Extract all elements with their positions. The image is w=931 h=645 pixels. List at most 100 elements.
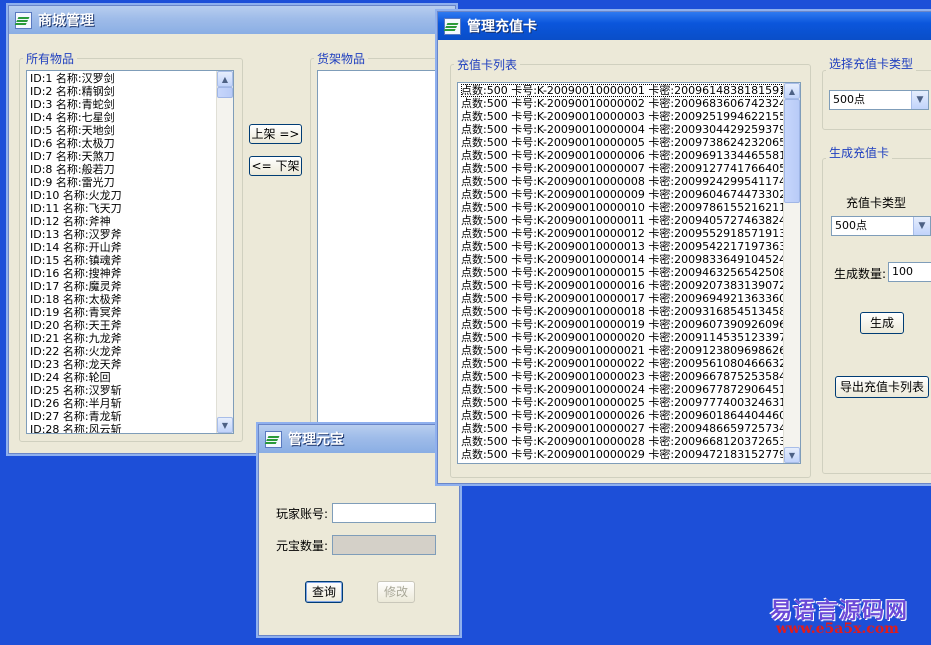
mall-window-title: 商城管理 [38, 13, 94, 29]
list-item[interactable]: 点数:500 卡号:K-20090010000011 卡密:2009405727… [461, 214, 786, 227]
generate-button[interactable]: 生成 [860, 312, 904, 334]
list-item[interactable]: ID:22 名称:火龙斧 [30, 345, 215, 358]
list-item[interactable]: 点数:500 卡号:K-20090010000021 卡密:2009123809… [461, 344, 786, 357]
list-item[interactable]: ID:10 名称:火龙刀 [30, 189, 215, 202]
list-item[interactable]: ID:13 名称:汉罗斧 [30, 228, 215, 241]
scroll-down-icon[interactable]: ▼ [217, 417, 233, 433]
list-item[interactable]: 点数:500 卡号:K-20090010000016 卡密:2009207383… [461, 279, 786, 292]
app-icon [265, 430, 282, 448]
list-item[interactable]: 点数:500 卡号:K-20090010000025 卡密:2009777400… [461, 396, 786, 409]
card-list-scrollbar[interactable]: ▲ ▼ [783, 83, 800, 463]
select-type-label: 选择充值卡类型 [826, 55, 917, 72]
list-item[interactable]: 点数:500 卡号:K-20090010000020 卡密:2009114535… [461, 331, 786, 344]
select-type-value: 500点 [833, 93, 865, 106]
card-list-label: 充值卡列表 [454, 56, 521, 73]
list-item[interactable]: ID:12 名称:斧神 [30, 215, 215, 228]
recharge-card-management-window: 管理充值卡 充值卡列表 点数:500 卡号:K-20090010000001 卡… [437, 11, 931, 484]
card-list[interactable]: 点数:500 卡号:K-20090010000001 卡密:2009614838… [457, 82, 801, 464]
mall-management-window: 商城管理 所有物品 ID:1 名称:汉罗剑 ID:2 名称:精钢剑 ID:3 名称:… [8, 5, 462, 454]
list-item[interactable]: ID:7 名称:天煞刀 [30, 150, 215, 163]
list-item[interactable]: ID:26 名称:半月斩 [30, 397, 215, 410]
all-items-scrollbar[interactable]: ▲ ▼ [216, 71, 233, 433]
modify-button[interactable]: 修改 [377, 581, 415, 603]
list-item[interactable]: 点数:500 卡号:K-20090010000018 卡密:2009316854… [461, 305, 786, 318]
generate-count-input[interactable]: 100 [888, 262, 931, 282]
list-item[interactable]: ID:8 名称:般若刀 [30, 163, 215, 176]
list-item[interactable]: ID:28 名称:风云斩 [30, 423, 215, 433]
watermark-url: www.e5a5x.com [776, 621, 899, 637]
export-card-list-button[interactable]: 导出充值卡列表 [835, 376, 929, 398]
chevron-down-icon[interactable]: ▼ [911, 91, 928, 109]
generate-count-label: 生成数量: [834, 267, 887, 281]
card-type-combo[interactable]: 500点 ▼ [831, 216, 931, 236]
list-item[interactable]: 点数:500 卡号:K-20090010000022 卡密:2009561080… [461, 357, 786, 370]
scroll-up-icon[interactable]: ▲ [784, 83, 800, 99]
list-item[interactable]: 点数:500 卡号:K-20090010000005 卡密:2009738624… [461, 136, 786, 149]
player-account-input[interactable] [332, 503, 436, 523]
list-item[interactable]: 点数:500 卡号:K-20090010000004 卡密:2009304429… [461, 123, 786, 136]
app-icon [444, 17, 461, 35]
all-items-label: 所有物品 [23, 50, 78, 67]
list-item[interactable]: ID:20 名称:天王斧 [30, 319, 215, 332]
all-items-lines: ID:1 名称:汉罗剑 ID:2 名称:精钢剑 ID:3 名称:青蛇剑 ID:4 名称… [30, 72, 215, 433]
list-item[interactable]: ID:17 名称:魔灵斧 [30, 280, 215, 293]
list-item[interactable]: 点数:500 卡号:K-20090010000014 卡密:2009833649… [461, 253, 786, 266]
shelve-button[interactable]: 上架 => [249, 124, 302, 144]
card-window-title: 管理充值卡 [467, 19, 537, 35]
list-item[interactable]: ID:4 名称:七星剑 [30, 111, 215, 124]
list-item[interactable]: 点数:500 卡号:K-20090010000024 卡密:2009677872… [461, 383, 786, 396]
list-item[interactable]: 点数:500 卡号:K-20090010000015 卡密:2009463256… [461, 266, 786, 279]
scroll-up-icon[interactable]: ▲ [217, 71, 233, 87]
list-item[interactable]: ID:24 名称:轮回 [30, 371, 215, 384]
list-item[interactable]: ID:23 名称:龙天斧 [30, 358, 215, 371]
card-type-label: 充值卡类型 [846, 196, 907, 210]
list-item[interactable]: 点数:500 卡号:K-20090010000002 卡密:2009683606… [461, 97, 786, 110]
list-item[interactable]: 点数:500 卡号:K-20090010000003 卡密:2009251994… [461, 110, 786, 123]
list-item[interactable]: 点数:500 卡号:K-20090010000006 卡密:2009691334… [461, 149, 786, 162]
ingot-amount-input[interactable] [332, 535, 436, 555]
list-item[interactable]: 点数:500 卡号:K-20090010000001 卡密:2009614838… [461, 84, 786, 97]
mall-window-titlebar[interactable]: 商城管理 [9, 6, 455, 34]
list-item[interactable]: 点数:500 卡号:K-20090010000012 卡密:2009552918… [461, 227, 786, 240]
player-account-label: 玩家账号: [276, 507, 329, 521]
list-item[interactable]: ID:27 名称:青龙斩 [30, 410, 215, 423]
list-item[interactable]: ID:1 名称:汉罗剑 [30, 72, 215, 85]
chevron-down-icon[interactable]: ▼ [913, 217, 930, 235]
list-item[interactable]: ID:14 名称:开山斧 [30, 241, 215, 254]
ingot-window-titlebar[interactable]: 管理元宝 [259, 425, 459, 453]
card-list-lines: 点数:500 卡号:K-20090010000001 卡密:2009614838… [461, 84, 786, 461]
list-item[interactable]: 点数:500 卡号:K-20090010000028 卡密:2009668120… [461, 435, 786, 448]
scroll-thumb[interactable] [217, 87, 233, 98]
scroll-down-icon[interactable]: ▼ [784, 447, 800, 463]
list-item[interactable]: ID:15 名称:镇魂斧 [30, 254, 215, 267]
list-item[interactable]: 点数:500 卡号:K-20090010000013 卡密:2009542217… [461, 240, 786, 253]
list-item[interactable]: 点数:500 卡号:K-20090010000017 卡密:2009694921… [461, 292, 786, 305]
list-item[interactable]: ID:5 名称:天地剑 [30, 124, 215, 137]
list-item[interactable]: 点数:500 卡号:K-20090010000026 卡密:2009601864… [461, 409, 786, 422]
list-item[interactable]: ID:19 名称:青冥斧 [30, 306, 215, 319]
list-item[interactable]: 点数:500 卡号:K-20090010000029 卡密:2009472183… [461, 448, 786, 461]
list-item[interactable]: ID:3 名称:青蛇剑 [30, 98, 215, 111]
list-item[interactable]: 点数:500 卡号:K-20090010000023 卡密:2009667875… [461, 370, 786, 383]
list-item[interactable]: ID:18 名称:太极斧 [30, 293, 215, 306]
list-item[interactable]: ID:16 名称:搜神斧 [30, 267, 215, 280]
list-item[interactable]: 点数:500 卡号:K-20090010000019 卡密:2009607390… [461, 318, 786, 331]
list-item[interactable]: 点数:500 卡号:K-20090010000007 卡密:2009127741… [461, 162, 786, 175]
list-item[interactable]: 点数:500 卡号:K-20090010000009 卡密:2009604674… [461, 188, 786, 201]
list-item[interactable]: ID:11 名称:飞天刀 [30, 202, 215, 215]
unshelve-button[interactable]: <= 下架 [249, 156, 302, 176]
select-type-combo[interactable]: 500点 ▼ [829, 90, 929, 110]
list-item[interactable]: ID:6 名称:太极刀 [30, 137, 215, 150]
list-item[interactable]: 点数:500 卡号:K-20090010000027 卡密:2009486659… [461, 422, 786, 435]
scroll-thumb[interactable] [784, 99, 800, 203]
list-item[interactable]: 点数:500 卡号:K-20090010000008 卡密:2009924299… [461, 175, 786, 188]
list-item[interactable]: ID:21 名称:九龙斧 [30, 332, 215, 345]
list-item[interactable]: ID:25 名称:汉罗斩 [30, 384, 215, 397]
all-items-list[interactable]: ID:1 名称:汉罗剑 ID:2 名称:精钢剑 ID:3 名称:青蛇剑 ID:4 名称… [26, 70, 234, 434]
shelf-items-list[interactable] [317, 70, 457, 434]
query-button[interactable]: 查询 [305, 581, 343, 603]
list-item[interactable]: ID:9 名称:雷光刀 [30, 176, 215, 189]
list-item[interactable]: ID:2 名称:精钢剑 [30, 85, 215, 98]
card-window-titlebar[interactable]: 管理充值卡 [438, 12, 931, 40]
list-item[interactable]: 点数:500 卡号:K-20090010000010 卡密:2009786155… [461, 201, 786, 214]
